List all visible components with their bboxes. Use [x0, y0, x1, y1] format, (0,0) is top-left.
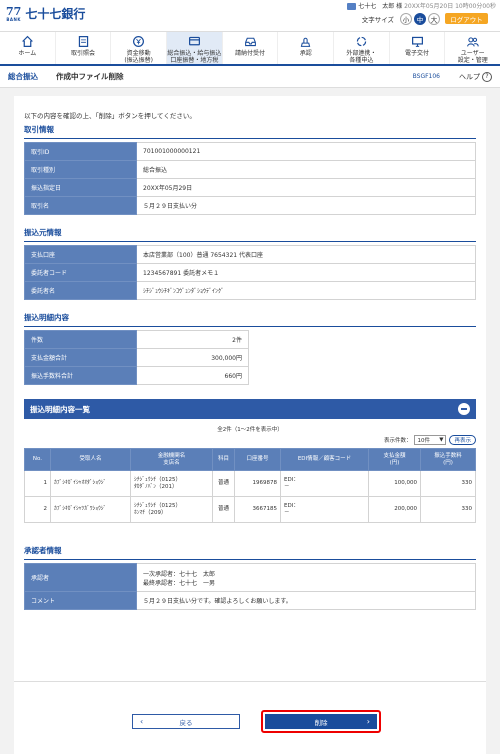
details-table: 件数 2件 支払金額合計 300,000円 振込手数料合計 660円: [24, 330, 476, 385]
detail-list-title: 振込明細内容一覧: [30, 404, 90, 414]
table-row: コメント ５月２９日支払い分です。確認よろしくお願いします。: [24, 591, 476, 610]
source-info-table: 支払口座 本店営業部（100）普通 7654321 代表口座 委託者コード 1234…: [24, 245, 476, 300]
header: 77 BANK 七十七銀行 七十七 太郎 様 20XX年05月20日 10時00分…: [0, 0, 500, 32]
font-size-medium-button[interactable]: 中: [414, 13, 426, 25]
nav-payment[interactable]: 請納付受付: [223, 32, 279, 64]
table-row: 委託者名 ｼﾁｼﾞｭｳｼﾁｷﾞﾝｺｳﾞｭﾝﾀﾞｼｮｳﾃﾞｲﾝｸﾞ: [24, 281, 476, 300]
collapse-icon[interactable]: [458, 403, 470, 415]
nav-external[interactable]: 外部連携・ 各種申込: [334, 32, 390, 64]
chevron-down-icon: ▼: [439, 437, 444, 443]
logo-mark: 77 BANK: [6, 5, 22, 22]
electronic-delivery-icon: [411, 36, 423, 47]
display-count-select[interactable]: 10件 ▼: [414, 435, 447, 445]
table-row: 承認者 一次承認者：七十七 太郎 最終承認者：七十七 一男: [24, 563, 476, 592]
nav-bulk-transfer[interactable]: 総合振込・給与振込 口座振替・地方税: [167, 32, 223, 64]
table-row: 取引種別 総合振込: [24, 160, 476, 179]
table-row: 振込指定日 20XX年05月29日: [24, 178, 476, 197]
action-footer: ‹ 戻る 削除 ›: [14, 681, 486, 741]
home-icon: [22, 35, 33, 47]
details-heading: 振込明細内容: [24, 312, 476, 327]
delete-button[interactable]: 削除 ›: [265, 714, 377, 729]
page-title: 作成中ファイル削除: [56, 72, 124, 81]
section-name: 総合振込: [8, 72, 38, 81]
bank-logo[interactable]: 77 BANK 七十七銀行: [6, 5, 86, 22]
back-button[interactable]: ‹ 戻る: [132, 714, 240, 729]
font-size-label: 文字サイズ: [361, 16, 394, 24]
chevron-right-icon: ›: [366, 717, 370, 726]
table-row: 件数 2件: [24, 330, 476, 349]
chevron-left-icon: ‹: [140, 717, 144, 726]
yen-transfer-icon: [133, 36, 145, 47]
nav-fund-transfer[interactable]: 資金移動 (振込振替): [111, 32, 168, 64]
table-row: 支払金額合計 300,000円: [24, 348, 476, 367]
nav-approval[interactable]: 承認: [278, 32, 335, 64]
approval-icon: [300, 37, 311, 47]
help-link[interactable]: ヘルプ?: [459, 71, 492, 82]
display-controls: 表示件数： 10件 ▼ 再表示: [24, 435, 476, 448]
font-size-small-button[interactable]: 小: [400, 13, 412, 25]
detail-list-table: No. 受取人名 金融機関名 支店名 科目 口座番号 EDI情報／顧客コード 支…: [24, 448, 476, 523]
approver-info-heading: 承認者情報: [24, 545, 476, 560]
source-info-heading: 振込元情報: [24, 227, 476, 242]
table-row: 1 ｶﾌﾞｼｷｶﾞｲｼｬｵｵﾀﾞｼｮｳｼﾞ ｼﾁｼﾞｭｳｼﾁ（0125） ﾀｶﾀﾞ…: [24, 470, 476, 497]
instruction-text: 以下の内容を確認の上、「削除」ボタンを押してください。: [24, 112, 196, 120]
logout-button[interactable]: ログアウト: [445, 13, 488, 24]
user-info: 七十七 太郎 様 20XX年05月20日 10時00分00秒: [347, 1, 496, 10]
table-row: 委託者コード 1234567891 委託者メモ１: [24, 263, 476, 282]
transaction-info-heading: 取引情報: [24, 124, 476, 139]
screen-code: BSGF106: [412, 73, 440, 80]
transaction-info-table: 取引ID 701001000000121 取引種別 総合振込 振込指定日 20XX年0…: [24, 142, 476, 215]
table-row: 2 ｶﾌﾞｼｷｶﾞｲｼｬﾂｶﾞﾜｼｮｳｼﾞ ｼﾁｼﾞｭｳｼﾁ（0125） ﾎﾝﾏﾁ…: [24, 496, 476, 523]
page-titlebar: 総合振込 作成中ファイル削除 BSGF106 ヘルプ?: [0, 66, 500, 88]
nav-user-settings[interactable]: ユーザー 設定・管理: [445, 32, 500, 64]
nav-home[interactable]: ホーム: [0, 32, 56, 64]
table-row: 取引ID 701001000000121: [24, 142, 476, 161]
content-card: 以下の内容を確認の上、「削除」ボタンを押してください。 取引情報 取引ID 701…: [14, 96, 486, 754]
tray-icon: [244, 37, 256, 47]
link-icon: [356, 36, 367, 47]
table-row: 振込手数料合計 660円: [24, 366, 476, 385]
font-size-switcher: 文字サイズ 小 中 大: [362, 13, 440, 25]
display-count-label: 表示件数：: [383, 438, 412, 444]
detail-list-header: 振込明細内容一覧: [24, 399, 476, 419]
document-icon: [78, 36, 88, 47]
table-header-row: No. 受取人名 金融機関名 支店名 科目 口座番号 EDI情報／顧客コード 支…: [24, 448, 476, 471]
content-area: 以下の内容を確認の上、「削除」ボタンを押してください。 取引情報 取引ID 701…: [0, 88, 500, 754]
help-icon: ?: [482, 71, 492, 82]
result-count: 全2件（1〜2件を表示中）: [217, 427, 283, 433]
table-row: 支払口座 本店営業部（100）普通 7654321 代表口座: [24, 245, 476, 264]
approver-info-table: 承認者 一次承認者：七十七 太郎 最終承認者：七十七 一男 コメント ５月２９日支払い…: [24, 563, 476, 610]
delete-button-highlight: 削除 ›: [261, 710, 381, 733]
user-name: 七十七 太郎 様: [358, 3, 403, 10]
user-card-icon: [347, 3, 357, 10]
nav-inquiry[interactable]: 取引照会: [56, 32, 112, 64]
font-size-large-button[interactable]: 大: [428, 13, 440, 25]
table-row: 取引名 ５月２９日支払い分: [24, 196, 476, 215]
global-nav: ホーム 取引照会 資金移動 (振込振替) 総合振込・給与振込 口座振替・地方税 …: [0, 32, 500, 66]
users-icon: [467, 37, 479, 47]
card-icon: [188, 36, 200, 46]
nav-e-delivery[interactable]: 電子交付: [390, 32, 446, 64]
last-login-time: 20XX年05月20日 10時00分00秒: [404, 3, 496, 10]
redisplay-button[interactable]: 再表示: [449, 435, 476, 445]
logo-text: 七十七銀行: [25, 7, 86, 21]
